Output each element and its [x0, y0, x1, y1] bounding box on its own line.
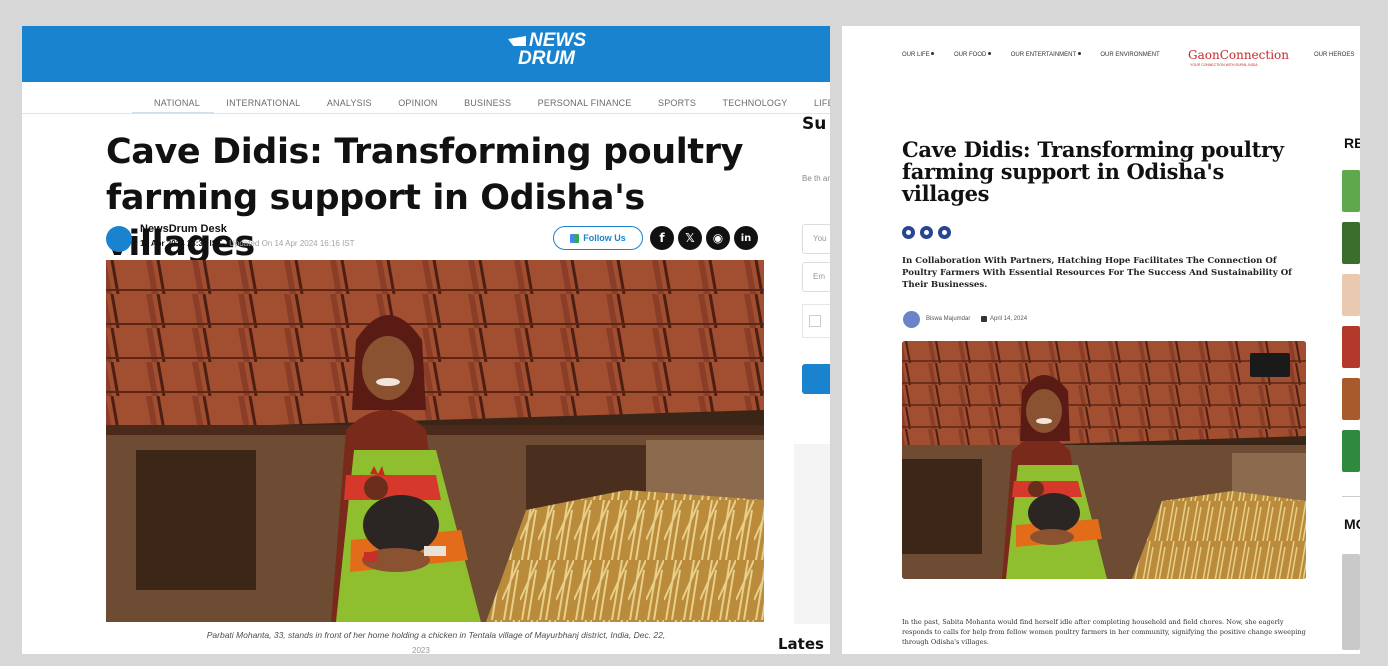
- facebook-icon[interactable]: f: [650, 226, 674, 250]
- nav-item-our-life[interactable]: OUR LIFE: [902, 52, 938, 58]
- nav-active-indicator: [132, 112, 214, 114]
- nav-item-our-environment[interactable]: OUR ENVIRONMENT: [1100, 52, 1159, 58]
- more-thumbnail[interactable]: [1342, 554, 1360, 650]
- nav-item-analysis[interactable]: ANALYSIS: [327, 98, 372, 108]
- more-heading: MO: [1344, 516, 1360, 532]
- article-title: Cave Didis: Transforming poultry farming…: [902, 137, 1284, 206]
- article-body: In the past, Sabita Mohanta would find h…: [902, 618, 1306, 646]
- image-caption-year: 2023: [412, 646, 430, 654]
- newsdrum-logo[interactable]: NEWS DRUM: [508, 31, 586, 68]
- email-field[interactable]: Em: [802, 262, 830, 292]
- newsdrum-nav: NATIONAL INTERNATIONAL ANALYSIS OPINION …: [22, 82, 830, 114]
- gaon-nav: OUR LIFE OUR FOOD OUR ENTERTAINMENT OUR …: [902, 52, 1174, 58]
- recent-thumbnail[interactable]: [1342, 170, 1360, 212]
- recent-thumbnail[interactable]: [1342, 326, 1360, 368]
- dropdown-dot-icon: [988, 52, 992, 55]
- nav-item-personal-finance[interactable]: PERSONAL FINANCE: [538, 98, 632, 108]
- nav-item-national[interactable]: NATIONAL: [154, 98, 200, 108]
- published-timestamp: 14 Apr 2024 13:30 IST: [140, 239, 222, 248]
- publish-date: 14 Apr 2024 13:30 IST - Updated On 14 Ap…: [140, 239, 355, 248]
- share-icon[interactable]: [902, 226, 915, 239]
- updated-timestamp: - Updated On 14 Apr 2024 16:16 IST: [224, 239, 355, 248]
- dropdown-dot-icon: [1077, 52, 1081, 55]
- name-field[interactable]: You: [802, 224, 830, 254]
- gaon-logo-tagline: YOUR CONNECTION WITH RURAL INDIA: [1190, 63, 1258, 67]
- calendar-icon: [981, 316, 987, 322]
- nav-item-our-food[interactable]: OUR FOOD: [954, 52, 995, 58]
- whatsapp-icon[interactable]: ◉: [706, 226, 730, 250]
- gaon-logo[interactable]: GaonConnection: [1188, 48, 1289, 62]
- author-avatar[interactable]: [903, 311, 920, 328]
- article-hero-image: [106, 260, 764, 622]
- recent-thumbnail[interactable]: [1342, 222, 1360, 264]
- article-subtitle: In Collaboration With Partners, Hatching…: [902, 256, 1292, 290]
- author-name[interactable]: NewsDrum Desk: [140, 223, 227, 235]
- nav-item-our-heroes[interactable]: OUR HEROES: [1314, 52, 1354, 58]
- author-name[interactable]: Biswa Majumdar: [926, 316, 970, 322]
- linkedin-icon[interactable]: in: [734, 226, 758, 250]
- recent-thumbnail[interactable]: [1342, 430, 1360, 472]
- gaonconnection-screenshot: OUR LIFE OUR FOOD OUR ENTERTAINMENT OUR …: [842, 26, 1360, 654]
- nav-item-business[interactable]: BUSINESS: [464, 98, 511, 108]
- image-caption: Parbati Mohanta, 33, stands in front of …: [206, 630, 666, 640]
- x-icon[interactable]: 𝕏: [678, 226, 702, 250]
- subscribe-button[interactable]: [802, 364, 830, 394]
- share-icon[interactable]: [938, 226, 951, 239]
- logo-mark-icon: [508, 36, 526, 46]
- recent-thumbnail[interactable]: [1342, 274, 1360, 316]
- consent-checkbox[interactable]: [809, 315, 821, 327]
- nav-item-opinion[interactable]: OPINION: [398, 98, 437, 108]
- sidebar-divider: [1342, 496, 1360, 497]
- google-news-icon: [570, 233, 580, 243]
- nav-item-international[interactable]: INTERNATIONAL: [226, 98, 300, 108]
- newsdrum-screenshot: NEWS DRUM NATIONAL INTERNATIONAL ANALYSI…: [22, 26, 830, 654]
- dropdown-dot-icon: [931, 52, 935, 55]
- video-badge[interactable]: [1250, 353, 1290, 377]
- share-icon[interactable]: [920, 226, 933, 239]
- nav-item-our-entertainment[interactable]: OUR ENTERTAINMENT: [1011, 52, 1085, 58]
- consent-row: [802, 304, 830, 338]
- sidebar-ad-area: [794, 444, 830, 624]
- nav-item-lifestyle[interactable]: LIFES: [814, 98, 830, 108]
- publish-date: April 14, 2024: [990, 316, 1028, 322]
- follow-us-button[interactable]: Follow Us: [553, 226, 643, 250]
- nav-item-sports[interactable]: SPORTS: [658, 98, 696, 108]
- newsletter-description: Be th and t: [802, 174, 830, 183]
- newsdrum-header-bar: NEWS DRUM: [22, 26, 830, 82]
- nav-item-technology[interactable]: TECHNOLOGY: [723, 98, 788, 108]
- latest-heading: Lates: [778, 635, 824, 653]
- recent-heading: RE: [1344, 135, 1360, 151]
- newsletter-title: Su Ne: [802, 114, 830, 134]
- recent-thumbnail[interactable]: [1342, 378, 1360, 420]
- article-hero-image: [902, 341, 1306, 579]
- author-avatar[interactable]: [106, 226, 132, 252]
